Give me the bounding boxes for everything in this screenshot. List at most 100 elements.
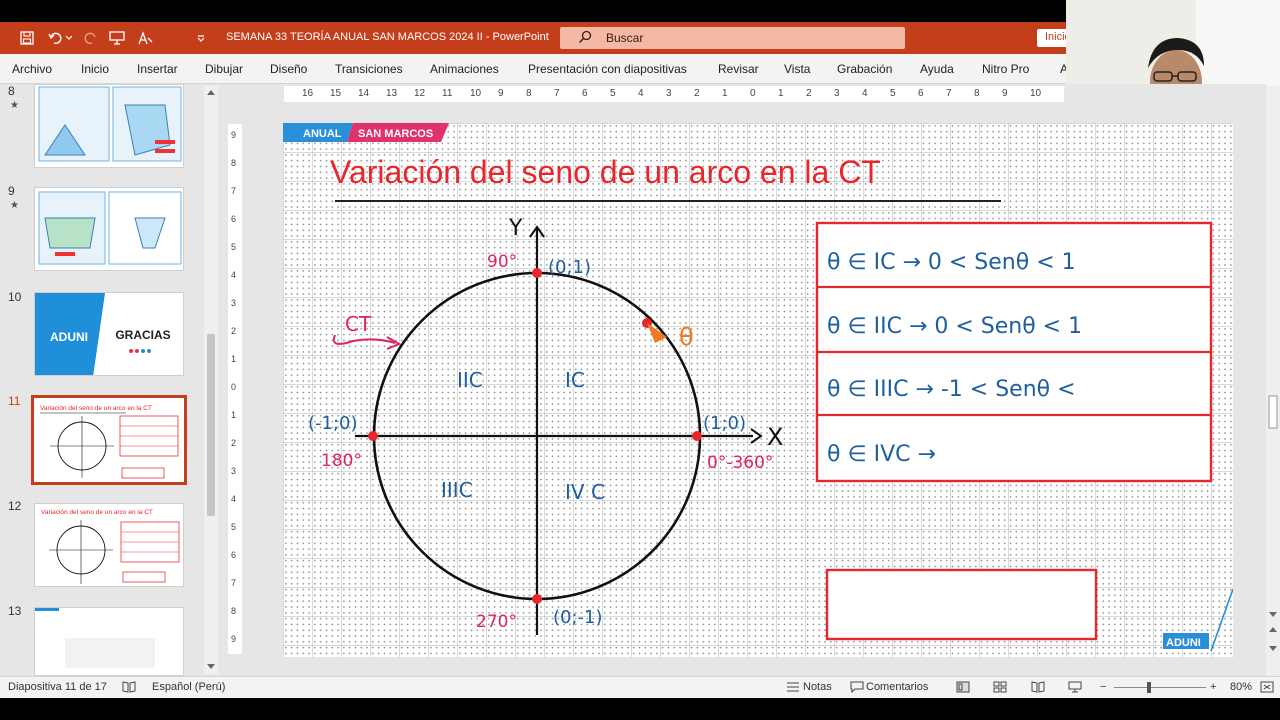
ruler-tick-label: 9 bbox=[231, 130, 237, 140]
answer-box[interactable] bbox=[825, 568, 1098, 641]
tab-dibujar[interactable]: Dibujar bbox=[205, 62, 243, 76]
zoom-in-button[interactable]: + bbox=[1210, 681, 1216, 693]
comments-button[interactable]: Comentarios bbox=[866, 681, 928, 693]
ruler-tick-label: 4 bbox=[862, 88, 868, 99]
label-theta: θ bbox=[679, 323, 694, 351]
slide-counter: Diapositiva 11 de 17 bbox=[8, 681, 107, 693]
tab-nitro-pro[interactable]: Nitro Pro bbox=[982, 62, 1029, 76]
table-row-1: θ ∈ IC → 0 < Senθ < 1 bbox=[827, 250, 1076, 275]
previous-slide-icon bbox=[1269, 627, 1277, 632]
point-right bbox=[692, 431, 702, 441]
scroll-down-icon bbox=[1269, 612, 1277, 617]
vertical-ruler: 9 8 7 6 5 4 3 2 1 0 1 2 3 4 5 6 7 8 9 bbox=[228, 124, 242, 654]
tab-grabacion[interactable]: Grabación bbox=[837, 62, 892, 76]
thumbnail-number: 9 bbox=[8, 184, 15, 198]
ruler-tick-label: 2 bbox=[231, 438, 237, 448]
accessibility-icon[interactable] bbox=[122, 681, 136, 696]
ruler-tick-label: 1 bbox=[231, 410, 237, 420]
ruler-tick-label: 9 bbox=[231, 634, 237, 644]
slide-canvas[interactable]: ANUAL SAN MARCOS Variación del seno de u… bbox=[283, 123, 1233, 657]
normal-view-icon[interactable] bbox=[956, 681, 970, 696]
save-icon[interactable] bbox=[18, 30, 36, 46]
thumbnail-star-icon: ★ bbox=[10, 200, 19, 211]
ruler-tick-label: 2 bbox=[694, 88, 700, 99]
ruler-tick-label: 11 bbox=[442, 88, 453, 99]
tab-diseno[interactable]: Diseño bbox=[270, 62, 307, 76]
slide-sorter-icon[interactable] bbox=[993, 681, 1007, 696]
ruler-tick-label: 10 bbox=[1030, 88, 1042, 99]
reading-view-icon[interactable] bbox=[1031, 681, 1045, 696]
tab-revisar[interactable]: Revisar bbox=[718, 62, 759, 76]
thumbnail-title: GRACIAS bbox=[115, 328, 170, 342]
zoom-out-button[interactable]: − bbox=[1100, 681, 1106, 693]
slide-thumbnail-9[interactable] bbox=[34, 187, 184, 271]
badge-san-marcos-text: SAN MARCOS bbox=[358, 128, 433, 140]
label-quadrant-4: IV C bbox=[565, 480, 605, 504]
slide-thumbnail-10[interactable]: ADUNI GRACIAS bbox=[34, 292, 184, 376]
undo-dropdown-icon[interactable] bbox=[64, 30, 74, 46]
ruler-tick-label: 8 bbox=[974, 88, 980, 99]
notes-icon[interactable] bbox=[786, 681, 800, 696]
ruler-tick-label: 8 bbox=[526, 88, 532, 99]
status-bar: Diapositiva 11 de 17 Español (Perú) Nota… bbox=[0, 676, 1280, 698]
customize-toolbar-icon[interactable] bbox=[192, 30, 210, 46]
ruler-tick-label: 13 bbox=[386, 88, 398, 99]
redo-icon[interactable] bbox=[82, 30, 100, 46]
thumbnail-number: 8 bbox=[8, 84, 15, 98]
zoom-slider[interactable] bbox=[1114, 687, 1206, 688]
ruler-tick-label: 7 bbox=[554, 88, 560, 99]
thumbnails-scrollbar[interactable] bbox=[204, 86, 218, 674]
slide-content: ANUAL SAN MARCOS Variación del seno de u… bbox=[283, 123, 1233, 652]
point-top bbox=[532, 268, 542, 278]
ruler-tick-label: 5 bbox=[610, 88, 616, 99]
point-bottom bbox=[532, 594, 542, 604]
tab-insertar[interactable]: Insertar bbox=[137, 62, 178, 76]
y-axis-label: Y bbox=[508, 216, 523, 241]
slide-thumbnail-13[interactable] bbox=[34, 607, 184, 676]
tab-archivo[interactable]: Archivo bbox=[12, 62, 52, 76]
tab-vista[interactable]: Vista bbox=[784, 62, 810, 76]
label-point-right: (1;0) bbox=[703, 413, 746, 434]
ruler-tick-label: 6 bbox=[231, 550, 237, 560]
label-point-bottom: (0;-1) bbox=[553, 607, 603, 628]
slide-title[interactable]: Variación del seno de un arco en la CT bbox=[330, 154, 881, 190]
document-title: SEMANA 33 TEORÍA ANUAL SAN MARCOS 2024 I… bbox=[226, 31, 549, 43]
ruler-tick-label: 9 bbox=[1002, 88, 1008, 99]
tab-presentacion[interactable]: Presentación con diapositivas bbox=[528, 62, 687, 76]
slideshow-icon[interactable] bbox=[1068, 681, 1082, 696]
ruler-tick-label: 2 bbox=[231, 326, 237, 336]
search-box[interactable]: Buscar bbox=[560, 27, 905, 49]
tab-transiciones[interactable]: Transiciones bbox=[335, 62, 403, 76]
ruler-tick-label: 2 bbox=[806, 88, 812, 99]
fit-to-window-icon[interactable] bbox=[1260, 681, 1274, 696]
tab-inicio[interactable]: Inicio bbox=[81, 62, 109, 76]
brand-logo: ADUNI bbox=[50, 330, 88, 344]
undo-icon[interactable] bbox=[46, 30, 64, 46]
tab-ayuda[interactable]: Ayuda bbox=[920, 62, 954, 76]
slide-thumbnail-11[interactable]: Variación del seno de un arco en la CT bbox=[31, 395, 187, 485]
table-row-3: θ ∈ IIIC → -1 < Senθ < bbox=[827, 377, 1076, 402]
thumbnail-number: 11 bbox=[8, 394, 21, 408]
format-painter-icon[interactable] bbox=[136, 30, 154, 46]
zoom-level[interactable]: 80% bbox=[1230, 681, 1252, 693]
ruler-tick-label: 5 bbox=[231, 242, 237, 252]
ruler-tick-label: 12 bbox=[414, 88, 426, 99]
slide-scrollbar[interactable] bbox=[1266, 86, 1280, 676]
tab-animaciones[interactable]: Animaciones bbox=[430, 62, 499, 76]
notes-button[interactable]: Notas bbox=[803, 681, 832, 693]
label-angle-270: 270° bbox=[476, 612, 517, 632]
ruler-tick-label: 4 bbox=[231, 270, 237, 280]
table-row-2: θ ∈ IIC → 0 < Senθ < 1 bbox=[827, 314, 1082, 339]
language-indicator[interactable]: Español (Perú) bbox=[152, 681, 225, 693]
bottom-black-bar bbox=[0, 698, 1280, 720]
search-placeholder: Buscar bbox=[606, 31, 644, 45]
ruler-tick-label: 5 bbox=[890, 88, 896, 99]
presentation-icon[interactable] bbox=[108, 30, 126, 46]
scroll-up-icon bbox=[207, 90, 215, 95]
comments-icon[interactable] bbox=[850, 681, 864, 696]
ruler-tick-label: 8 bbox=[231, 158, 237, 168]
slide-thumbnail-8[interactable] bbox=[34, 84, 184, 168]
zoom-slider-handle[interactable] bbox=[1147, 682, 1151, 693]
slide-thumbnail-12[interactable]: Variación del seno de un arco en la CT bbox=[34, 503, 184, 587]
footer-accent-line bbox=[1210, 588, 1233, 652]
